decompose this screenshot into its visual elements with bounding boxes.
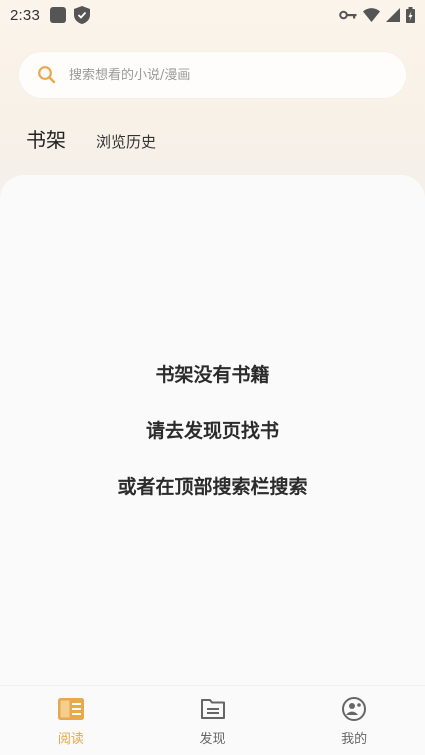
nav-label-mine: 我的 [341, 732, 368, 747]
status-icons [339, 7, 415, 23]
book-icon [57, 696, 85, 722]
vpn-key-icon [339, 9, 357, 21]
shelf-tabs: 书架 浏览历史 [26, 124, 156, 153]
nav-item-discover[interactable]: 发现 [142, 686, 284, 755]
empty-message-line2: 请去发现页找书 [145, 420, 279, 442]
nav-label-read: 阅读 [57, 732, 84, 747]
status-bar: 2:33 [0, 0, 425, 30]
empty-message-line3: 或者在顶部搜索栏搜索 [117, 476, 308, 498]
nav-item-read[interactable]: 阅读 [0, 686, 142, 755]
bottom-nav: 阅读 发现 我的 [0, 685, 425, 755]
search-input[interactable] [69, 67, 369, 83]
cell-signal-icon [386, 8, 400, 22]
search-icon [37, 65, 57, 85]
notification-app-icon [50, 7, 66, 23]
tab-bookshelf[interactable]: 书架 [26, 124, 66, 153]
search-bar[interactable] [19, 52, 406, 98]
nav-label-discover: 发现 [199, 732, 226, 747]
wifi-icon [363, 8, 380, 22]
status-time: 2:33 [10, 6, 40, 24]
bookshelf-content: 书架没有书籍 请去发现页找书 或者在顶部搜索栏搜索 [0, 175, 425, 685]
shield-icon [74, 6, 90, 24]
tab-history[interactable]: 浏览历史 [96, 131, 156, 152]
nav-item-mine[interactable]: 我的 [283, 686, 425, 755]
battery-icon [406, 7, 415, 23]
empty-message-line1: 书架没有书籍 [155, 364, 270, 386]
folder-icon [199, 696, 227, 722]
profile-icon [340, 696, 368, 722]
